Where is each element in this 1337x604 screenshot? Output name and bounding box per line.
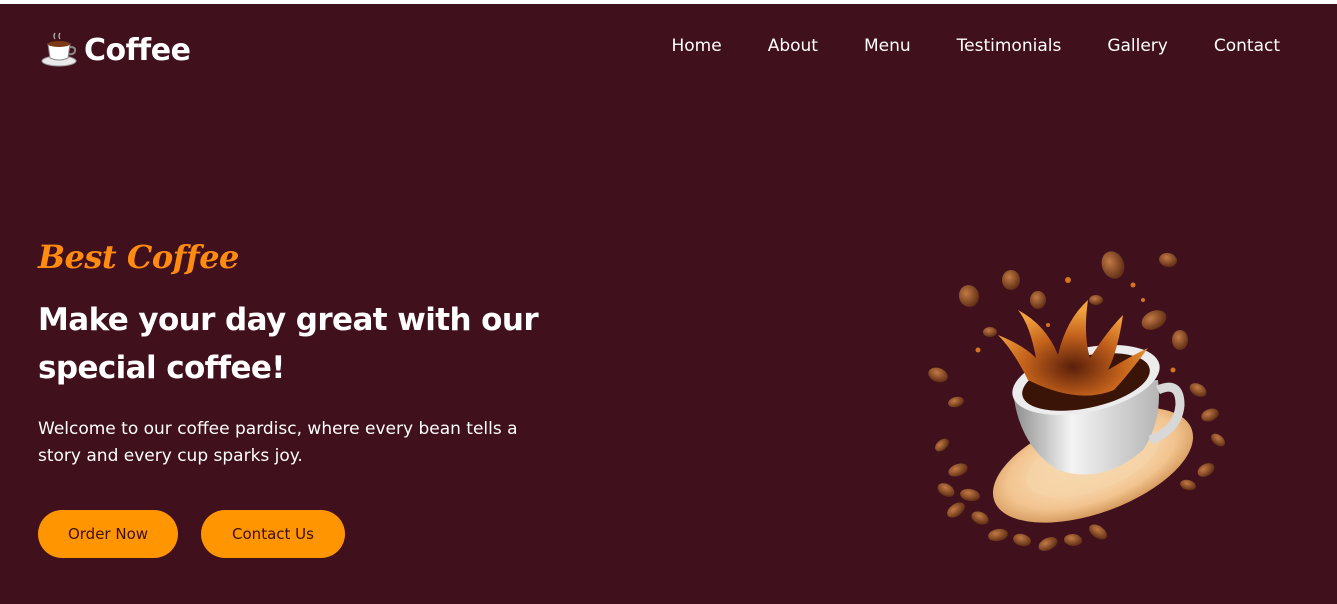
- logo[interactable]: Coffee: [40, 30, 191, 70]
- nav-menu[interactable]: Menu: [864, 36, 911, 56]
- order-now-button[interactable]: Order Now: [38, 510, 178, 558]
- nav-home[interactable]: Home: [672, 36, 722, 56]
- nav-about[interactable]: About: [768, 36, 818, 56]
- contact-us-button[interactable]: Contact Us: [201, 510, 345, 558]
- logo-text: Coffee: [84, 32, 191, 68]
- coffee-cup-icon: [41, 32, 77, 67]
- nav-testimonials[interactable]: Testimonials: [957, 36, 1062, 56]
- nav-contact[interactable]: Contact: [1214, 36, 1280, 56]
- coffee-splash-cup-image: [928, 251, 1225, 551]
- hero-tagline: Best Coffee: [38, 238, 239, 276]
- hero-description: Welcome to our coffee pardisc, where eve…: [38, 419, 518, 466]
- page: Coffee Home About Menu Testimonials Gall…: [0, 4, 1337, 604]
- main-nav: Home About Menu Testimonials Gallery Con…: [672, 36, 1281, 56]
- hero-headline: Make your day great with our special cof…: [38, 302, 539, 386]
- nav-gallery[interactable]: Gallery: [1107, 36, 1168, 56]
